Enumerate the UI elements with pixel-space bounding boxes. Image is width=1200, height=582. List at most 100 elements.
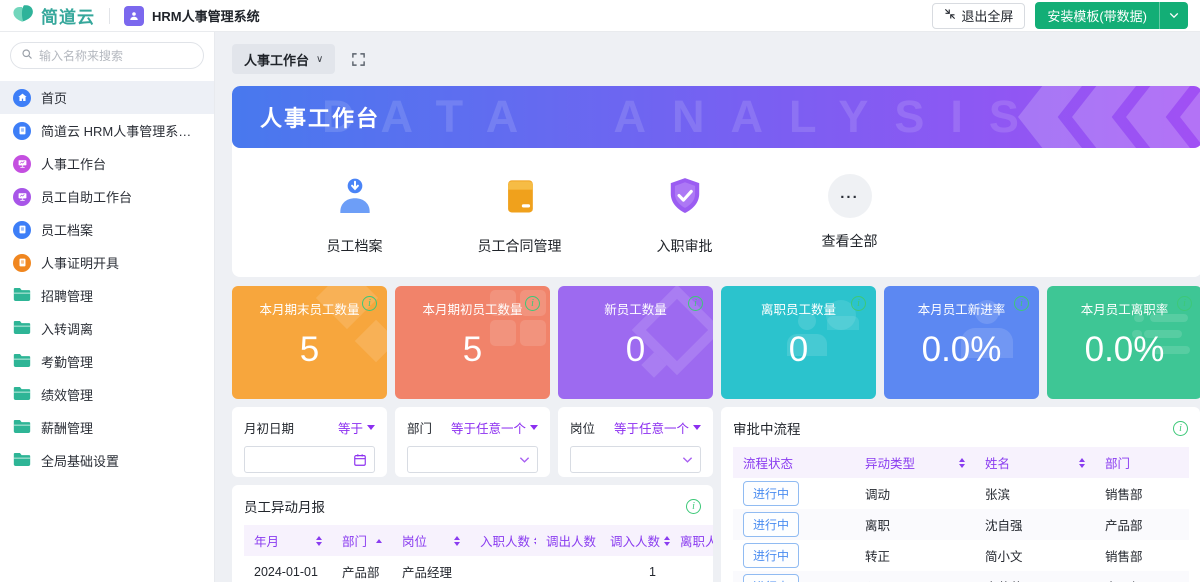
column-header-岗位[interactable]: 岗位 [392, 525, 470, 556]
info-icon[interactable]: i [1014, 296, 1029, 311]
info-icon[interactable]: i [525, 296, 540, 311]
monthly-report-title: 员工异动月报 [244, 500, 325, 515]
sidebar-item-label: 绩效管理 [41, 388, 94, 403]
status-badge: 进行中 [743, 481, 800, 506]
report-cell [470, 556, 536, 582]
stat-card: i 新员工数量 0 [558, 286, 713, 399]
info-icon[interactable]: i [1177, 296, 1192, 311]
sidebar-item-1[interactable]: 简道云 HRM人事管理系统「必... [0, 114, 214, 147]
sidebar-item-9[interactable]: 绩效管理 [0, 378, 214, 411]
approval-cell: 卢薇薇 [975, 571, 1095, 582]
sidebar-item-11[interactable]: 全局基础设置 [0, 444, 214, 477]
sort-icon[interactable] [376, 538, 382, 543]
folder-icon [13, 419, 31, 437]
sort-icon[interactable] [1079, 457, 1085, 468]
install-template-button[interactable]: 安装模板(带数据) [1035, 2, 1159, 29]
tab-bar: 人事工作台 ∨ [215, 32, 1200, 86]
sidebar-item-label: 入转调离 [41, 322, 94, 337]
column-header-年月[interactable]: 年月 [244, 525, 332, 556]
banner-title: 人事工作台 [260, 106, 381, 131]
info-icon[interactable]: i [686, 498, 701, 514]
caret-down-icon [367, 425, 375, 430]
quick-link-员工合同管理[interactable]: 员工合同管理 [437, 174, 602, 256]
sidebar-item-2[interactable]: 人事工作台 [0, 147, 214, 180]
sidebar-item-label: 简道云 HRM人事管理系统「必... [41, 124, 201, 139]
sidebar-item-0[interactable]: 首页 [0, 81, 214, 114]
info-icon[interactable]: i [688, 296, 703, 311]
approval-cell: 产品部 [1095, 571, 1189, 582]
approval-cell: 产品部 [1095, 509, 1189, 540]
filter-operator[interactable]: 等于 [338, 418, 375, 437]
jiandaoyun-logo-icon [12, 3, 35, 29]
sidebar-item-4[interactable]: 员工档案 [0, 213, 214, 246]
jiandaoyun-logo[interactable]: 简道云 [12, 3, 95, 29]
status-badge: 进行中 [743, 512, 800, 537]
sidebar-item-5[interactable]: 人事证明开具 [0, 246, 214, 279]
sidebar-item-label: 员工自助工作台 [41, 190, 133, 205]
stat-card-value: 0.0% [921, 330, 1002, 369]
stat-card: i 本月期初员工数量 5 [395, 286, 550, 399]
folder-icon [13, 452, 31, 470]
sidebar-item-label: 人事证明开具 [41, 256, 120, 271]
sidebar-item-3[interactable]: 员工自助工作台 [0, 180, 214, 213]
info-icon[interactable]: i [851, 296, 866, 311]
dashboard-icon [13, 187, 31, 206]
exit-fullscreen-button[interactable]: 退出全屏 [932, 2, 1026, 29]
sidebar-search[interactable] [10, 42, 204, 69]
chevron-down-icon [682, 456, 693, 463]
column-header-流程状态: 流程状态 [733, 447, 855, 478]
approval-cell: 离职 [855, 509, 975, 540]
column-header-调入人数[interactable]: 调入人数 [600, 525, 670, 556]
tab-personnel-workbench[interactable]: 人事工作台 ∨ [232, 44, 336, 74]
topbar-divider [109, 7, 110, 24]
info-icon[interactable]: i [362, 296, 377, 311]
flow-status-cell: 进行中 [733, 478, 855, 509]
logo-text: 简道云 [41, 8, 95, 27]
column-header-离职人数[interactable]: 离职人数 [670, 525, 713, 556]
calendar-icon [354, 453, 366, 466]
app-title: HRM人事管理系统 [152, 9, 260, 24]
filter-label: 部门 [407, 422, 433, 436]
stat-card-value: 5 [462, 330, 483, 369]
info-icon[interactable]: i [1173, 420, 1188, 436]
install-template-dropdown[interactable] [1159, 2, 1188, 29]
column-header-部门[interactable]: 部门 [332, 525, 392, 556]
column-header-入职人数[interactable]: 入职人数 [470, 525, 536, 556]
filter-select-input[interactable] [570, 446, 701, 473]
quick-link-员工档案[interactable]: 员工档案 [272, 174, 437, 256]
sidebar-item-8[interactable]: 考勤管理 [0, 345, 214, 378]
sort-icon[interactable] [316, 535, 322, 546]
sidebar-item-7[interactable]: 入转调离 [0, 312, 214, 345]
filter-date-input[interactable] [244, 446, 375, 473]
contract-folder-icon [498, 174, 542, 223]
sidebar-item-label: 薪酬管理 [41, 421, 94, 436]
sort-icon[interactable] [664, 535, 670, 546]
sidebar-search-input[interactable] [39, 48, 193, 63]
sidebar-item-10[interactable]: 薪酬管理 [0, 411, 214, 444]
filter-operator[interactable]: 等于任意一个 [614, 418, 701, 437]
filter-select-input[interactable] [407, 446, 538, 473]
sort-icon[interactable] [959, 457, 965, 468]
column-header-调出人数[interactable]: 调出人数 [536, 525, 600, 556]
sidebar-item-label: 招聘管理 [41, 289, 94, 304]
stat-card: i 离职员工数量 0 [721, 286, 876, 399]
table-row: 2024-01-01 产品部 产品经理 1 [244, 556, 713, 582]
table-row: 进行中 调动 张滨 销售部 [733, 478, 1189, 509]
quick-link-入职审批[interactable]: 入职审批 [602, 174, 767, 256]
column-header-异动类型[interactable]: 异动类型 [855, 447, 975, 478]
filter-operator[interactable]: 等于任意一个 [451, 418, 538, 437]
quick-link-查看全部[interactable]: ... 查看全部 [767, 174, 932, 256]
sidebar-item-6[interactable]: 招聘管理 [0, 279, 214, 312]
flow-status-cell: 进行中 [733, 540, 855, 571]
install-template-split-button: 安装模板(带数据) [1035, 2, 1188, 29]
form-icon [13, 121, 31, 140]
onboarding-shield-icon [663, 174, 707, 223]
stat-card-value: 5 [299, 330, 320, 369]
approval-cell: 张滨 [985, 488, 1011, 502]
column-header-姓名[interactable]: 姓名 [975, 447, 1095, 478]
sort-icon[interactable] [534, 535, 536, 546]
approval-cell: 销售部 [1105, 488, 1143, 502]
compress-icon [944, 8, 956, 23]
sort-icon[interactable] [454, 535, 460, 546]
fullscreen-icon[interactable] [351, 52, 366, 67]
